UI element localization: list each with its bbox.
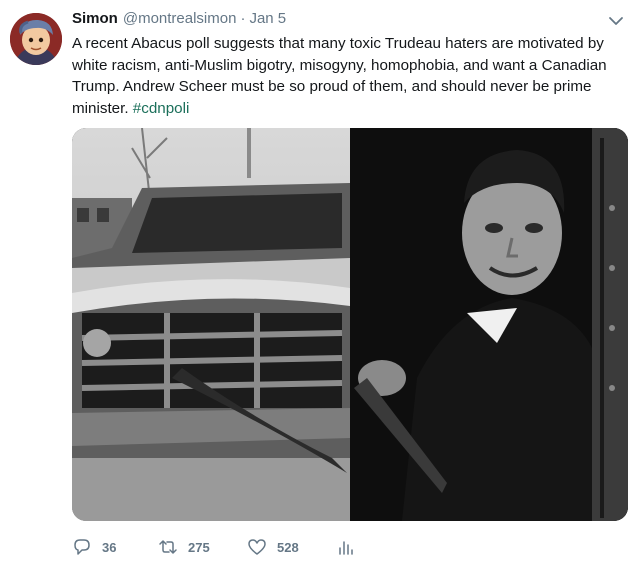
retweet-button[interactable]: 275 [158,537,247,557]
avatar-image [10,13,62,65]
analytics-button[interactable] [336,537,356,557]
author-handle[interactable]: @montrealsimon [123,10,237,27]
like-count: 528 [277,539,299,555]
tweet-photo [72,128,628,521]
analytics-icon [339,541,353,555]
heart-icon [248,539,266,555]
like-button[interactable]: 528 [247,537,336,557]
retweet-icon [159,540,177,554]
tweet-date[interactable]: Jan 5 [249,10,286,27]
avatar[interactable] [10,13,62,65]
tweet-image[interactable] [72,128,628,521]
tweet-text: A recent Abacus poll suggests that many … [72,33,627,119]
tweet[interactable]: Simon @montrealsimon · Jan 5 A recent Ab… [0,0,640,564]
retweet-count: 275 [188,539,210,555]
reply-count: 36 [102,539,117,555]
hashtag-link[interactable]: #cdnpoli [133,100,190,117]
header-separator: · [240,10,246,27]
reply-icon [74,539,90,555]
tweet-actions: 36 275 528 [72,536,356,558]
tweet-header: Simon @montrealsimon · Jan 5 [72,10,286,32]
author-name[interactable]: Simon [72,10,118,27]
reply-button[interactable]: 36 [72,537,158,557]
chevron-down-icon[interactable] [606,11,626,31]
